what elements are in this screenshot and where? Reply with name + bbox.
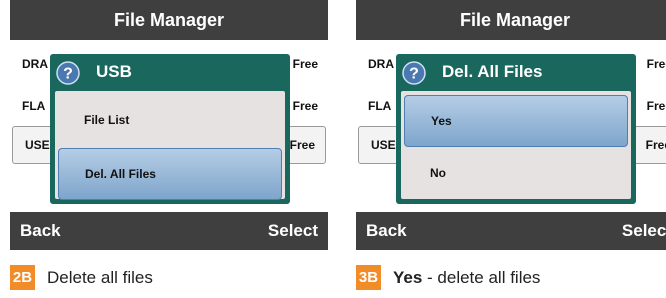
storage-name: FLA — [368, 99, 392, 113]
storage-free: Free — [646, 99, 666, 113]
select-softkey[interactable]: Select — [268, 221, 318, 241]
storage-free: Free — [292, 57, 318, 71]
menu-item-label: Del. All Files — [85, 167, 156, 181]
dialog-menu: Yes No — [401, 91, 631, 199]
device-screen-2b: File Manager DRA Free FLA Free USE Free … — [10, 0, 328, 250]
back-softkey[interactable]: Back — [20, 221, 61, 241]
title-bar: File Manager — [10, 0, 328, 40]
menu-item-label: File List — [84, 113, 130, 127]
dialog-header: ? USB — [50, 54, 290, 88]
dialog-title: Del. All Files — [442, 62, 543, 81]
storage-free: Free — [292, 99, 318, 113]
storage-name: FLA — [22, 99, 46, 113]
svg-text:?: ? — [409, 66, 419, 83]
storage-free: Free — [645, 138, 666, 152]
menu-item-no[interactable]: No — [404, 148, 628, 198]
delete-all-files-dialog: ? Del. All Files Yes No — [396, 54, 636, 204]
usb-dialog: ? USB File List Del. All Files — [50, 54, 290, 204]
storage-name: DRA — [22, 57, 48, 71]
step-badge: 3B — [356, 265, 381, 290]
menu-item-delete-all-files[interactable]: Del. All Files — [58, 148, 282, 200]
title-bar: File Manager — [356, 0, 666, 40]
softkey-bar: Back Select — [356, 212, 666, 250]
help-icon: ? — [402, 61, 426, 85]
menu-item-label: No — [430, 166, 446, 180]
dialog-menu: File List Del. All Files — [55, 91, 285, 200]
screen-title: File Manager — [459, 9, 571, 30]
help-icon: ? — [56, 61, 80, 85]
svg-text:?: ? — [63, 66, 73, 83]
caption-3b: 3B Yes - delete all files — [356, 265, 540, 290]
storage-name: DRA — [368, 57, 394, 71]
menu-item-file-list[interactable]: File List — [58, 95, 282, 145]
step-badge: 2B — [10, 265, 35, 290]
dialog-header: ? Del. All Files — [396, 54, 636, 88]
caption-text: Delete all files — [47, 267, 153, 287]
caption-bold-text: Yes — [393, 267, 423, 287]
storage-name: USE — [371, 138, 396, 152]
select-softkey[interactable]: Select — [622, 221, 666, 241]
softkey-bar: Back Select — [10, 212, 328, 250]
caption-2b: 2B Delete all files — [10, 265, 153, 290]
storage-name: USE — [25, 138, 50, 152]
device-screen-3b: File Manager DRA Free FLA Free USE Free … — [356, 0, 666, 250]
dialog-title: USB — [96, 62, 132, 81]
screen-title: File Manager — [113, 9, 225, 30]
menu-item-label: Yes — [431, 114, 452, 128]
storage-free: Free — [289, 138, 315, 152]
menu-item-yes[interactable]: Yes — [404, 95, 628, 147]
back-softkey[interactable]: Back — [366, 221, 407, 241]
storage-free: Free — [646, 57, 666, 71]
caption-text: - delete all files — [422, 267, 541, 287]
